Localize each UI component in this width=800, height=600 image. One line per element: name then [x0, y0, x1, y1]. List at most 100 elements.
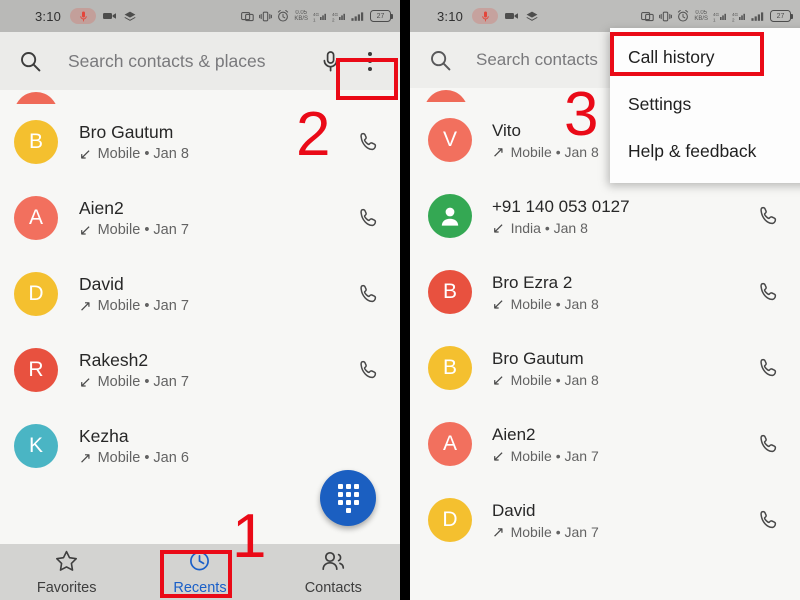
search-placeholder[interactable]: Search contacts & places	[68, 51, 310, 72]
avatar	[424, 90, 468, 102]
contact-detail-text: Mobile • Jan 7	[510, 448, 599, 465]
avatar: B	[14, 120, 58, 164]
annotation-number-3: 3	[564, 80, 599, 149]
mic-icon	[472, 8, 499, 24]
contact-detail: ↗ Mobile • Jan 7	[492, 524, 752, 540]
alarm-icon	[277, 10, 289, 22]
svg-text:2: 2	[332, 17, 335, 22]
list-item[interactable]: D David ↗ Mobile • Jan 7	[410, 482, 800, 558]
contact-detail-text: Mobile • Jan 8	[510, 372, 599, 389]
search-bar[interactable]: Search contacts & places	[0, 32, 400, 90]
menu-item-help-feedback[interactable]: Help & feedback	[610, 128, 800, 175]
contact-detail-text: Mobile • Jan 8	[510, 296, 599, 313]
list-item-text: Aien2 ↙ Mobile • Jan 7	[79, 198, 352, 239]
avatar: A	[428, 422, 472, 466]
call-icon[interactable]	[352, 359, 386, 381]
svg-text:2: 2	[732, 17, 735, 22]
menu-item-settings[interactable]: Settings	[610, 81, 800, 128]
video-camera-icon	[103, 11, 117, 21]
contact-detail-text: Mobile • Jan 6	[97, 450, 189, 467]
contact-detail-text: Mobile • Jan 7	[97, 222, 189, 239]
annotation-number-2: 2	[296, 100, 331, 169]
clock-icon	[188, 550, 211, 577]
nav-item-contacts[interactable]: Contacts	[267, 550, 400, 596]
status-right-icons: 0.05 KB/S 4G 1 4G 2 27	[241, 10, 393, 22]
battery-icon: 27	[770, 10, 793, 22]
outgoing-call-icon: ↗	[492, 143, 505, 161]
avatar: A	[14, 196, 58, 240]
nav-label-recents: Recents	[173, 580, 227, 596]
incoming-call-icon: ↙	[79, 373, 92, 391]
outgoing-call-icon: ↗	[79, 449, 92, 467]
contact-name: +91 140 053 0127	[492, 196, 630, 216]
avatar: K	[14, 424, 58, 468]
call-icon[interactable]	[352, 131, 386, 153]
incoming-call-icon: ↙	[492, 295, 505, 313]
recents-list-left: B Bro Gautum ↙ Mobile • Jan 8 A Aien2 ↙ …	[0, 90, 400, 484]
call-icon[interactable]	[752, 433, 786, 455]
call-icon[interactable]	[352, 283, 386, 305]
contact-detail-text: Mobile • Jan 7	[510, 524, 599, 541]
list-item[interactable]: D David ↗ Mobile • Jan 7	[0, 256, 400, 332]
call-icon[interactable]	[352, 207, 386, 229]
status-bar: 3:10 0.05 KB/S 4G 1 4G 2 27	[0, 0, 400, 32]
sim1-signal-icon: 4G 1	[713, 11, 727, 22]
svg-text:4G: 4G	[732, 12, 739, 17]
signal-bars-icon	[751, 11, 765, 22]
avatar: D	[14, 272, 58, 316]
menu-item-call-history[interactable]: Call history	[610, 34, 800, 81]
list-item[interactable]: R Rakesh2 ↙ Mobile • Jan 7	[0, 332, 400, 408]
video-camera-icon	[505, 11, 519, 21]
outgoing-call-icon: ↗	[79, 297, 92, 315]
contact-name: David	[492, 500, 536, 520]
status-clock: 3:10	[437, 8, 464, 24]
list-item[interactable]: A Aien2 ↙ Mobile • Jan 7	[410, 406, 800, 482]
incoming-call-icon: ↙	[492, 219, 505, 237]
contact-detail: ↗ Mobile • Jan 7	[79, 298, 352, 314]
alarm-icon	[677, 10, 689, 22]
svg-text:4G: 4G	[313, 12, 320, 17]
call-icon[interactable]	[752, 357, 786, 379]
avatar: V	[428, 118, 472, 162]
microphone-icon[interactable]	[310, 39, 350, 83]
screenshot-root: 3:10 0.05 KB/S 4G 1 4G 2 27 Search conta…	[0, 0, 800, 600]
list-item[interactable]: B Bro Gautum ↙ Mobile • Jan 8	[410, 330, 800, 406]
contact-name: Bro Ezra 2	[492, 272, 573, 292]
avatar	[428, 194, 472, 238]
incoming-call-icon: ↙	[492, 371, 505, 389]
svg-text:4G: 4G	[713, 12, 720, 17]
more-vert-icon[interactable]	[350, 39, 390, 83]
annotation-number-1: 1	[232, 502, 267, 571]
call-icon[interactable]	[752, 281, 786, 303]
list-item[interactable]: +91 140 053 0127 ↙ India • Jan 8	[410, 178, 800, 254]
status-left-icons	[70, 8, 136, 24]
contact-name: Bro Gautum	[492, 348, 584, 368]
avatar: D	[428, 498, 472, 542]
list-item[interactable]: A Aien2 ↙ Mobile • Jan 7	[0, 180, 400, 256]
incoming-call-icon: ↙	[492, 447, 505, 465]
people-icon	[321, 550, 345, 577]
layers-icon	[124, 11, 136, 22]
avatar: R	[14, 348, 58, 392]
call-icon[interactable]	[752, 509, 786, 531]
incoming-call-icon: ↙	[79, 145, 92, 163]
list-item[interactable]: B Bro Gautum ↙ Mobile • Jan 8	[0, 104, 400, 180]
list-item-partial[interactable]	[0, 90, 400, 104]
list-item[interactable]: B Bro Ezra 2 ↙ Mobile • Jan 8	[410, 254, 800, 330]
vibrate-icon	[659, 11, 673, 22]
dialpad-fab-button[interactable]	[320, 470, 376, 526]
contact-name: Aien2	[79, 197, 124, 218]
call-icon[interactable]	[752, 205, 786, 227]
sim2-signal-icon: 4G 2	[732, 11, 746, 22]
list-item-text: Rakesh2 ↙ Mobile • Jan 7	[79, 350, 352, 391]
nav-label-favorites: Favorites	[36, 580, 97, 596]
layers-icon	[526, 11, 538, 22]
contact-detail: ↙ Mobile • Jan 7	[79, 374, 352, 390]
nav-item-favorites[interactable]: Favorites	[0, 550, 133, 596]
status-clock: 3:10	[35, 8, 62, 24]
contact-name: Aien2	[492, 424, 536, 444]
contact-detail-text: Mobile • Jan 7	[97, 374, 189, 391]
list-item-text: David ↗ Mobile • Jan 7	[79, 274, 352, 315]
search-icon	[420, 38, 460, 82]
signal-bars-icon	[351, 11, 365, 22]
